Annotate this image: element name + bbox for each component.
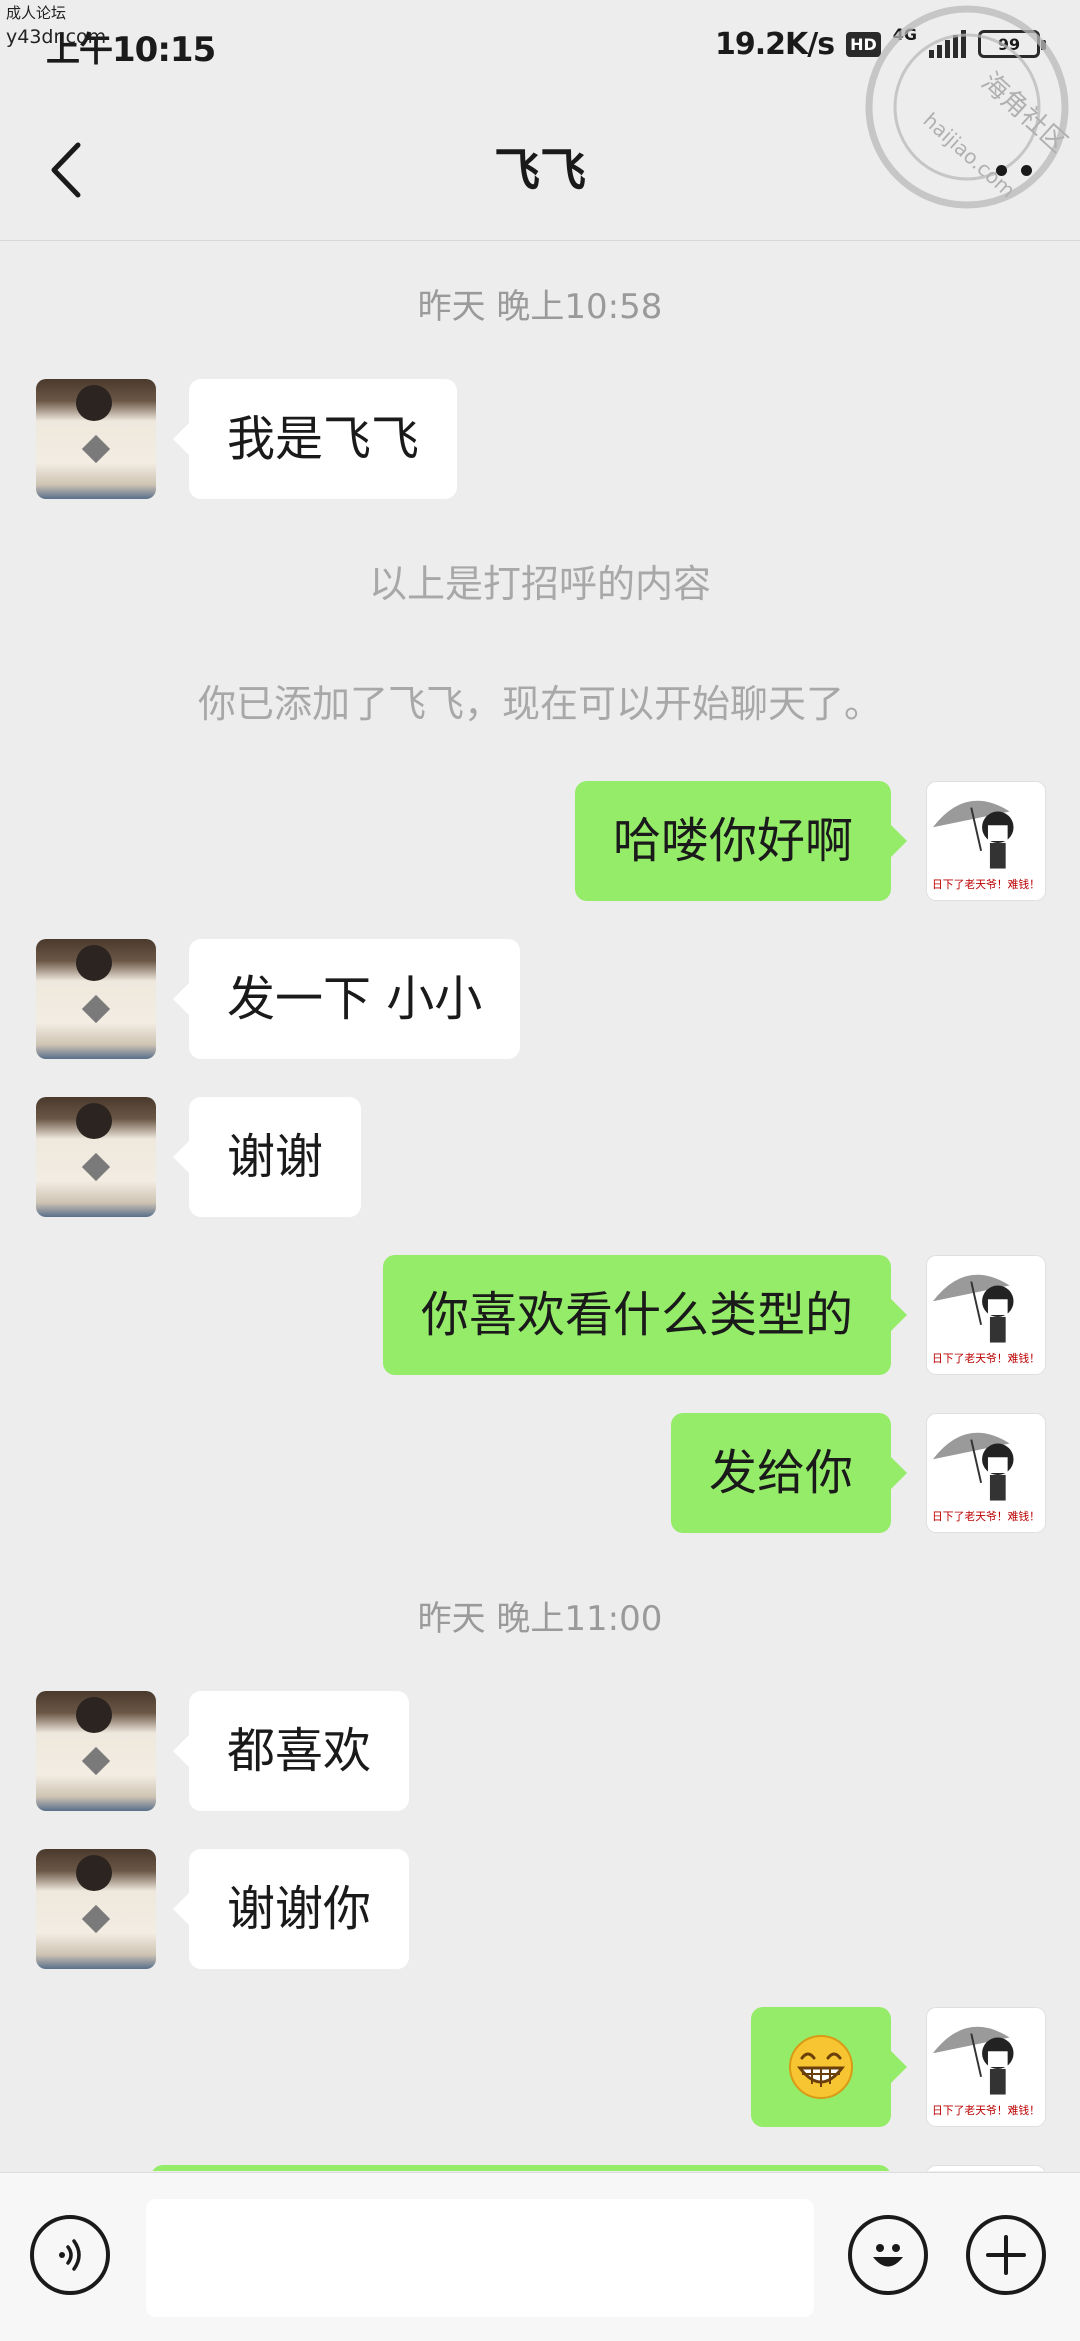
incoming-message-bubble[interactable]: 谢谢 [172,1097,362,1217]
contact-avatar[interactable] [36,1849,156,1969]
sticker-caption: 日下了老天爷！难钱！ [932,2103,1040,2117]
contact-avatar[interactable] [36,379,156,499]
emoji-button[interactable] [848,2215,928,2295]
watermark-site-name: 成人论坛 [6,4,67,22]
more-dot-icon [996,164,1007,176]
smile-icon [873,2244,903,2267]
my-avatar[interactable]: 日下了老天爷！难钱！ [926,1255,1046,1375]
umbrella-sticker-icon: 日下了老天爷！难钱！ [932,800,1040,891]
chat-message-list[interactable]: 昨天 晚上10:58 我是飞飞 以上是打招呼的内容 你已添加了飞飞，现在可以开始… [0,241,1080,2171]
incoming-message-bubble[interactable]: 发一下 小小 [172,939,521,1059]
system-message: 以上是打招呼的内容 [368,562,711,606]
system-message: 你已添加了飞飞，现在可以开始聊天了。 [197,682,882,726]
contact-avatar[interactable] [36,1097,156,1217]
watermark-site-domain: y43dr.com [6,26,107,48]
voice-icon [59,2239,81,2271]
outgoing-emoji-bubble[interactable] [751,2007,907,2127]
plus-icon [986,2235,1026,2275]
contact-avatar[interactable] [36,939,156,1059]
more-options-button[interactable] [974,145,1054,195]
chevron-left-icon [51,142,81,198]
back-button[interactable] [30,130,100,210]
input-bar [0,2172,1080,2341]
umbrella-sticker-icon: 日下了老天爷！难钱！ [932,1432,1040,1523]
message-input[interactable] [146,2199,814,2317]
chat-title: 飞飞 [494,143,586,197]
more-functions-button[interactable] [966,2215,1046,2295]
my-avatar[interactable]: 日下了老天爷！难钱！ [926,1413,1046,1533]
my-avatar[interactable]: 日下了老天爷！难钱！ [926,781,1046,901]
more-dot-icon [1021,164,1032,176]
timestamp: 昨天 晚上11:00 [417,1599,663,1639]
outgoing-message-bubble[interactable]: 你喜欢看什么类型的 [382,1255,908,1375]
umbrella-sticker-icon: 日下了老天爷！难钱！ [932,1274,1040,1365]
sticker-caption: 日下了老天爷！难钱！ [932,877,1040,891]
outgoing-message-bubble-partial[interactable] [151,2165,891,2171]
umbrella-sticker-icon: 日下了老天爷！难钱！ [932,2026,1040,2117]
incoming-message-bubble[interactable]: 我是飞飞 [172,379,458,499]
contact-avatar[interactable] [36,1691,156,1811]
voice-input-button[interactable] [30,2215,110,2295]
sticker-caption: 日下了老天爷！难钱！ [932,1351,1040,1365]
incoming-message-bubble[interactable]: 谢谢你 [172,1849,410,1969]
outgoing-message-bubble[interactable]: 发给你 [670,1413,908,1533]
outgoing-message-bubble[interactable]: 哈喽你好啊 [574,781,908,901]
timestamp: 昨天 晚上10:58 [417,287,663,327]
my-avatar[interactable]: 日下了老天爷！难钱！ [926,2007,1046,2127]
network-speed: 19.2K/s [714,26,835,62]
incoming-message-bubble[interactable]: 都喜欢 [172,1691,410,1811]
grin-emoji-icon [789,2035,853,2099]
chat-header: 飞飞 [0,100,1080,241]
my-avatar[interactable] [926,2165,1046,2171]
sticker-caption: 日下了老天爷！难钱！ [932,1509,1040,1523]
